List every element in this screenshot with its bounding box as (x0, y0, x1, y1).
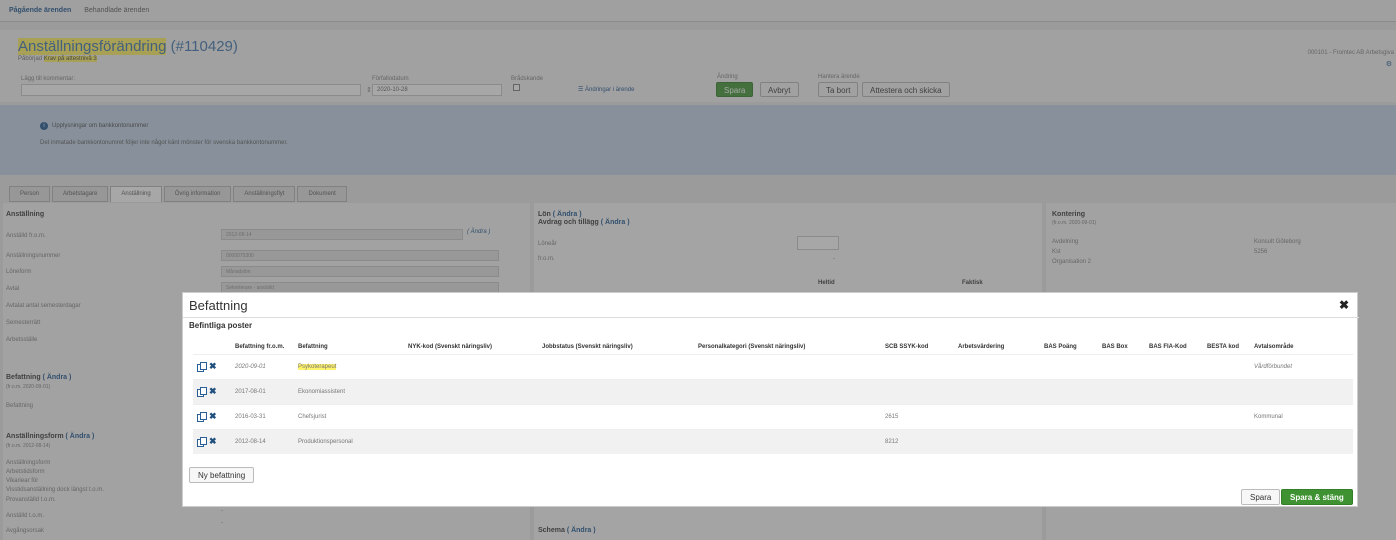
copy-icon[interactable] (197, 437, 207, 448)
date-cell: 2012-08-14 (231, 428, 294, 454)
delete-icon[interactable]: ✖ (209, 436, 217, 447)
empty-cell (404, 428, 538, 454)
agreement-cell (1250, 428, 1353, 454)
empty-cell (1145, 428, 1203, 454)
column-header: Befattning (298, 343, 328, 350)
empty-cell (1098, 353, 1145, 379)
row-actions: ✖ (193, 428, 231, 454)
column-header: Befattning fr.o.m. (235, 343, 285, 350)
column-header: BESTA kod (1207, 343, 1240, 350)
column-header: Personalkategori (Svenskt näringsliv) (698, 343, 806, 350)
position-cell: Chefsjurist (294, 403, 404, 429)
empty-cell (538, 403, 694, 429)
empty-cell (1145, 378, 1203, 404)
empty-cell (1145, 403, 1203, 429)
ssyk-cell (881, 378, 954, 404)
empty-cell (1098, 403, 1145, 429)
delete-icon[interactable]: ✖ (209, 411, 217, 422)
column-header: Avtalsområde (1254, 343, 1294, 350)
empty-cell (954, 378, 1040, 404)
column-header: Arbetsvärdering (958, 343, 1005, 350)
table-header-row: Befattning fr.o.m. Befattning NYK-kod (S… (193, 340, 1353, 354)
ssyk-cell (881, 353, 954, 379)
empty-cell (1098, 378, 1145, 404)
delete-icon[interactable]: ✖ (209, 386, 217, 397)
position-cell: Produktionspersonal (294, 428, 404, 454)
empty-cell (538, 428, 694, 454)
table-row[interactable]: ✖ 2020-09-01 Psykoterapeut Vårdförbundet (193, 353, 1353, 379)
column-header: BAS Box (1102, 343, 1128, 350)
befattning-modal: Befattning ✖ Befintliga poster Befattnin… (182, 292, 1359, 507)
row-actions: ✖ (193, 378, 231, 404)
empty-cell (954, 428, 1040, 454)
section-title: Befintliga poster (189, 321, 253, 330)
modal-title: Befattning (189, 298, 248, 313)
empty-cell (694, 353, 881, 379)
empty-cell (694, 403, 881, 429)
table-row[interactable]: ✖ 2017-08-01 Ekonomiassistent (193, 378, 1353, 404)
new-position-button[interactable]: Ny befattning (189, 467, 255, 483)
agreement-cell: Kommunal (1250, 403, 1353, 429)
empty-cell (954, 353, 1040, 379)
ssyk-cell: 2615 (881, 403, 954, 429)
actions-header (193, 340, 231, 354)
empty-cell (694, 428, 881, 454)
divider (183, 317, 1359, 318)
empty-cell (694, 378, 881, 404)
column-header: NYK-kod (Svenskt näringsliv) (408, 343, 493, 350)
date-cell: 2017-08-01 (231, 378, 294, 404)
row-actions: ✖ (193, 403, 231, 429)
empty-cell (1040, 428, 1098, 454)
empty-cell (1203, 428, 1250, 454)
empty-cell (404, 378, 538, 404)
empty-cell (1040, 353, 1098, 379)
save-close-button[interactable]: Spara & stäng (1281, 489, 1353, 505)
empty-cell (1098, 428, 1145, 454)
delete-icon[interactable]: ✖ (209, 361, 217, 372)
positions-table: Befattning fr.o.m. Befattning NYK-kod (S… (193, 340, 1353, 454)
column-header: BAS Poäng (1044, 343, 1077, 350)
position-cell: Psykoterapeut (294, 353, 404, 379)
table-row[interactable]: ✖ 2016-03-31 Chefsjurist 2615 Kommunal (193, 403, 1353, 429)
empty-cell (1203, 403, 1250, 429)
empty-cell (1040, 378, 1098, 404)
empty-cell (404, 353, 538, 379)
table-row[interactable]: ✖ 2012-08-14 Produktionspersonal 8212 (193, 428, 1353, 454)
empty-cell (538, 378, 694, 404)
date-cell: 2020-09-01 (231, 353, 294, 379)
copy-icon[interactable] (197, 412, 207, 422)
position-cell: Ekonomiassistent (294, 378, 404, 404)
agreement-cell: Vårdförbundet (1250, 353, 1353, 379)
column-header: BAS FIA-Kod (1149, 343, 1187, 350)
empty-cell (1145, 353, 1203, 379)
empty-cell (954, 403, 1040, 429)
agreement-cell (1250, 378, 1353, 404)
empty-cell (538, 353, 694, 379)
close-icon[interactable]: ✖ (1339, 298, 1349, 312)
copy-icon[interactable] (197, 387, 207, 397)
empty-cell (1203, 353, 1250, 379)
date-cell: 2016-03-31 (231, 403, 294, 429)
ssyk-cell: 8212 (881, 428, 954, 454)
empty-cell (1203, 378, 1250, 404)
empty-cell (1040, 403, 1098, 429)
empty-cell (404, 403, 538, 429)
column-header: SCB SSYK-kod (885, 343, 929, 350)
position-name: Psykoterapeut (298, 363, 337, 370)
row-actions: ✖ (193, 353, 231, 379)
copy-icon[interactable] (197, 362, 207, 372)
modal-save-button[interactable]: Spara (1241, 489, 1281, 505)
column-header: Jobbstatus (Svenskt näringsliv) (542, 343, 633, 350)
